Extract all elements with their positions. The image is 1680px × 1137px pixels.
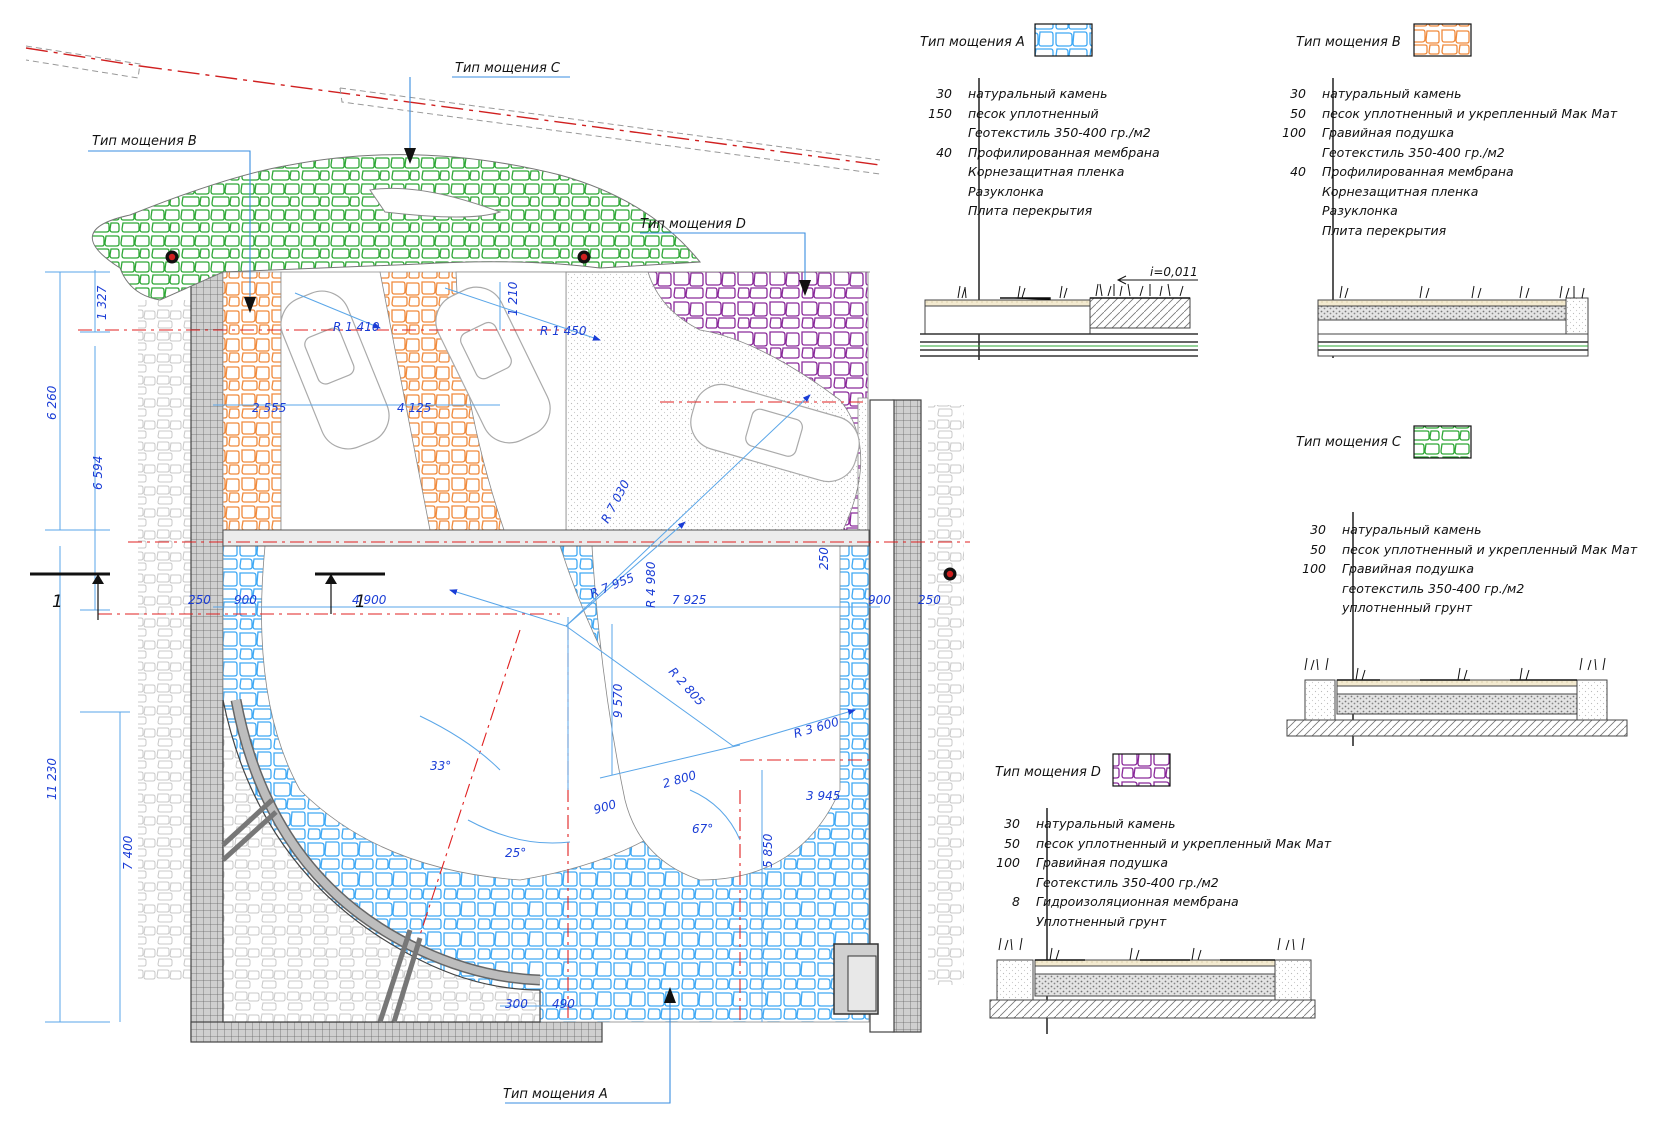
dim-11230: 11 230	[45, 758, 59, 800]
spec-a-row: Разуклонка	[968, 183, 1044, 199]
dim-3945: 3 945	[806, 789, 840, 803]
spec-a-row: Геотекстиль 350-400 гр./м2	[968, 125, 1151, 140]
dim-900-right: 900	[868, 593, 891, 607]
legend-type-d-swatch	[1112, 753, 1171, 787]
spec-c-row: геотекстиль 350-400 гр./м2	[1342, 580, 1525, 596]
spec-c-row: 30 натуральный камень	[1310, 522, 1482, 537]
spec-d-row: 8 Гидроизоляционная мембрана	[1012, 894, 1239, 909]
spec-a-row: Плита перекрытия	[968, 203, 1093, 218]
spec-b-row: 50 песок уплотненный и укрепленный Мак Ма…	[1290, 105, 1618, 121]
spec-a-row: 30 натуральный камень	[936, 86, 1108, 101]
dim-2555: 2 555	[252, 401, 286, 415]
spec-c-row: уплотненный грунт	[1342, 600, 1473, 615]
section-detail-b	[1317, 285, 1589, 357]
boundary-lines	[25, 45, 881, 175]
legend-type-b-swatch	[1413, 23, 1472, 57]
dim-250-top: 250	[817, 547, 831, 570]
stone-edge-left	[138, 300, 192, 980]
legend-type-b-label: Тип мощения B	[1296, 35, 1401, 50]
spec-d-row: 30 натуральный камень	[1004, 816, 1176, 831]
section-mark-left-label: 1	[52, 592, 63, 612]
dim-6594: 6 594	[91, 456, 105, 490]
dim-r4980: R 4 980	[644, 561, 658, 608]
spec-list-type-d: 30 натуральный камень 50 песок уплотненный…	[990, 814, 1331, 931]
spec-b-row: 100 Гравийная подушка	[1282, 125, 1455, 140]
dim-4125: 4 125	[397, 401, 431, 415]
spec-b-row: Плита перекрытия	[1322, 222, 1447, 238]
angle-33: 33°	[430, 759, 451, 773]
dim-490: 490	[552, 997, 575, 1011]
spec-d-row: 50 песок уплотненный и укрепленный Мак Ма…	[1004, 835, 1332, 851]
legend-type-a-swatch	[1034, 23, 1093, 57]
dim-250-right: 250	[918, 593, 941, 607]
label-type-a: Тип мощения A	[503, 1087, 608, 1102]
label-type-c: Тип мощения C	[455, 61, 561, 76]
spec-c-row: 100 Гравийная подушка	[1302, 561, 1475, 576]
section-detail-d	[989, 937, 1316, 1019]
dim-7400: 7 400	[121, 835, 135, 870]
dim-r1410: R 1 410	[333, 320, 380, 334]
dim-300: 300	[505, 997, 528, 1011]
dim-r1450: R 1 450	[540, 324, 587, 338]
right-edge	[867, 271, 870, 400]
spec-b-row: 40 Профилированная мембрана	[1290, 164, 1514, 179]
legend-type-d-label: Тип мощения D	[995, 765, 1101, 780]
dim-5850: 5 850	[761, 833, 775, 868]
box-structure-inner	[847, 955, 877, 1012]
stone-edge-right	[928, 405, 964, 985]
spec-list-type-a: 30 натуральный камень 150 песок уплотненны…	[922, 84, 1160, 221]
dim-6260: 6 260	[45, 385, 59, 420]
spec-d-row: 100 Гравийная подушка	[996, 855, 1169, 870]
dim-9570: 9 570	[611, 683, 625, 718]
section-mark-left	[30, 572, 110, 620]
dim-1327: 1 327	[95, 285, 109, 320]
slope-label: i=0,011	[1150, 265, 1198, 279]
dim-7925: 7 925	[672, 593, 706, 607]
separator-strip	[222, 529, 870, 547]
angle-67: 67°	[692, 822, 713, 836]
spec-d-row: Уплотненный грунт	[1036, 913, 1167, 929]
legend-type-c-swatch	[1413, 425, 1472, 459]
spec-b-row: 30 натуральный камень	[1290, 86, 1462, 101]
spec-a-row: Корнезащитная пленка	[968, 164, 1125, 179]
dim-4900: 4 900	[352, 593, 387, 607]
spec-a-row: 40 Профилированная мембрана	[936, 144, 1160, 160]
spec-list-type-b: 30 натуральный камень 50 песок уплотненный…	[1276, 84, 1617, 240]
spec-list-type-c: 30 натуральный камень 50 песок уплотненный…	[1296, 520, 1637, 618]
label-type-d: Тип мощения D	[640, 217, 746, 232]
dim-250-left: 250	[188, 593, 211, 607]
spec-b-row: Разуклонка	[1322, 203, 1398, 218]
legend-type-c-label: Тип мощения C	[1296, 435, 1402, 450]
section-detail-c	[1286, 657, 1628, 737]
spec-d-row: Геотекстиль 350-400 гр./м2	[1036, 874, 1219, 890]
spec-c-row: 50 песок уплотненный и укрепленный Мак Ма…	[1310, 541, 1638, 557]
spec-a-row: 150 песок уплотненный	[928, 105, 1099, 121]
legend-type-a-label: Тип мощения A	[920, 35, 1025, 50]
dim-900-left: 900	[234, 593, 257, 607]
angle-25: 25°	[505, 846, 526, 860]
dim-1210: 1 210	[506, 281, 520, 316]
section-detail-a: i=0,011	[920, 265, 1198, 357]
label-type-b: Тип мощения B	[92, 134, 197, 149]
spec-b-row: Корнезащитная пленка	[1322, 183, 1479, 199]
site-plan	[25, 45, 970, 1104]
spec-b-row: Геотекстиль 350-400 гр./м2	[1322, 144, 1505, 160]
